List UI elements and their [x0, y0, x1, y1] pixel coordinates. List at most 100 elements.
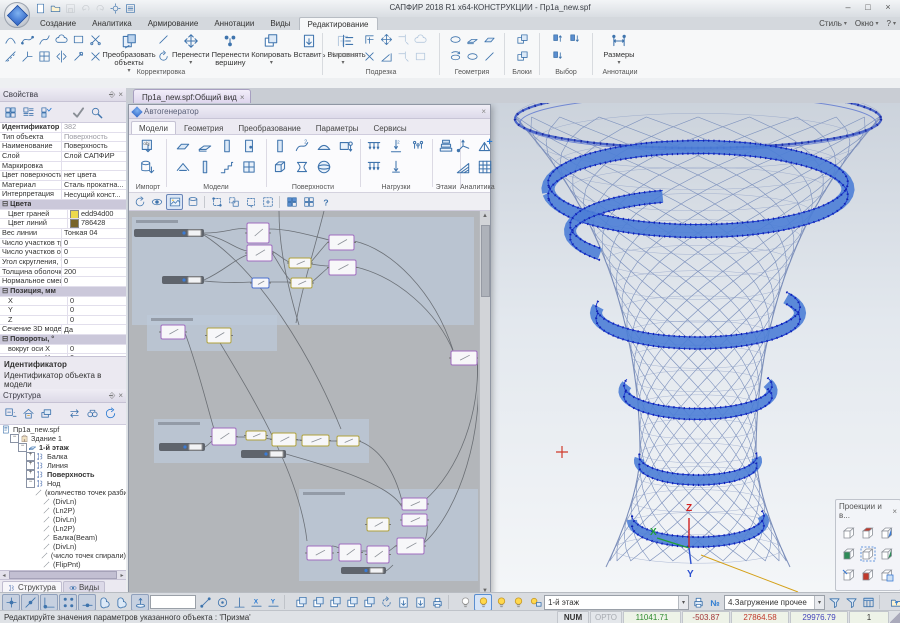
tree-item[interactable]: (Ln2P): [0, 524, 126, 533]
tree-item[interactable]: (DivLn): [0, 542, 126, 551]
app-menu-button[interactable]: [4, 2, 30, 28]
window-menu-item-1[interactable]: Стиль▾: [819, 19, 847, 28]
paste-button[interactable]: Вставить: [294, 31, 326, 71]
axes-icon[interactable]: [19, 49, 35, 64]
property-row[interactable]: Y0: [0, 306, 126, 316]
ribbon-tab-1[interactable]: Создание: [32, 17, 84, 30]
print-icon[interactable]: [690, 595, 706, 610]
arc-icon[interactable]: [2, 32, 18, 47]
transform-objects-button[interactable]: Преобразовать объекты▾: [104, 31, 154, 71]
angle2-icon[interactable]: [378, 49, 394, 64]
seldn-icon[interactable]: [550, 49, 566, 64]
loaddist-icon[interactable]: [364, 157, 385, 177]
node-graph-canvas[interactable]: ▲ ▼: [129, 211, 490, 592]
slash-icon[interactable]: [481, 49, 497, 64]
perpendicular-icon[interactable]: [231, 595, 247, 610]
rectic-icon[interactable]: [70, 32, 86, 47]
property-value[interactable]: Тонкая 04: [62, 229, 126, 238]
corner-trim-button[interactable]: Угловая▾: [326, 31, 360, 71]
property-group-row[interactable]: ⊟ Позиция, мм: [0, 287, 126, 297]
property-row[interactable]: Z0: [0, 316, 126, 326]
collapse-icon[interactable]: −: [10, 434, 19, 443]
ribbon-tab-2[interactable]: Аналитика: [84, 17, 140, 30]
rectic-icon[interactable]: [412, 49, 428, 64]
settings-icon[interactable]: [109, 2, 122, 14]
new-document-icon[interactable]: [34, 2, 47, 14]
refresh-tree-icon[interactable]: [102, 406, 118, 422]
projection-view-4[interactable]: [840, 543, 859, 564]
close-button[interactable]: ×: [878, 0, 898, 14]
autogen-tab-3[interactable]: Преобразование: [231, 122, 307, 134]
property-value[interactable]: 0: [68, 306, 126, 315]
property-row[interactable]: Число участков тр...0: [0, 239, 126, 249]
snap-node-icon[interactable]: [2, 594, 20, 611]
graph-vscrollbar[interactable]: ▲ ▼: [479, 211, 490, 592]
property-value[interactable]: Да: [62, 325, 126, 334]
apply-check-icon[interactable]: [70, 104, 86, 120]
projection-view-1[interactable]: [840, 522, 859, 543]
refresh-selection-icon[interactable]: [378, 595, 394, 610]
viewport-3d[interactable]: ZXY Проекции и в... × Автогенератор × Мо…: [126, 103, 900, 592]
filter-check-icon[interactable]: [38, 104, 54, 120]
tree-item[interactable]: Пр1a_new.spf: [0, 425, 126, 434]
autogen-tab-5[interactable]: Сервисы: [366, 122, 413, 134]
column-icon[interactable]: [195, 157, 216, 177]
tree-item[interactable]: (DivLn): [0, 515, 126, 524]
lock-y-icon[interactable]: Y: [265, 595, 281, 610]
undo-icon[interactable]: [79, 2, 92, 14]
tree-item[interactable]: +Балка: [0, 452, 126, 461]
scissors-icon[interactable]: [87, 32, 103, 47]
spline2-icon[interactable]: 2: [292, 136, 313, 156]
insert-model-2-icon[interactable]: [412, 595, 428, 610]
projection-view-6[interactable]: [878, 543, 897, 564]
open-file-icon[interactable]: [49, 2, 62, 14]
blocks-icon[interactable]: [514, 49, 530, 64]
property-value[interactable]: Поверхность: [62, 142, 126, 151]
meshplus-icon[interactable]: [475, 136, 496, 156]
search-icon[interactable]: [88, 104, 104, 120]
property-value[interactable]: 0: [62, 258, 126, 267]
projection-view-8[interactable]: [859, 564, 878, 585]
ellip-icon[interactable]: [447, 32, 463, 47]
numbering-icon[interactable]: №: [707, 595, 723, 610]
minimize-button[interactable]: –: [838, 0, 858, 14]
property-row[interactable]: Тип объектаПоверхность: [0, 133, 126, 143]
filter-params-icon[interactable]: [826, 595, 842, 610]
property-row[interactable]: НаименованиеПоверхность: [0, 142, 126, 152]
redo-icon[interactable]: [94, 2, 107, 14]
property-value[interactable]: [62, 162, 126, 171]
snap-points-icon[interactable]: [59, 594, 77, 611]
trim-icon[interactable]: [395, 49, 411, 64]
chevron-down-icon[interactable]: ▾: [678, 596, 688, 609]
loadgroup-icon[interactable]: [408, 136, 429, 156]
projection-view-2[interactable]: [859, 522, 878, 543]
dbimport-icon[interactable]: [138, 157, 159, 177]
layers-copy-icon[interactable]: [38, 406, 54, 422]
frame2-icon[interactable]: [226, 195, 241, 209]
property-value[interactable]: edd94d00: [68, 210, 126, 219]
collapse-icon[interactable]: −: [26, 479, 35, 488]
filter-apply-icon[interactable]: [843, 595, 859, 610]
tree-item[interactable]: +Линия: [0, 461, 126, 470]
property-row[interactable]: Цвет линий786428: [0, 219, 126, 229]
property-value[interactable]: 0: [62, 277, 126, 286]
tree-item[interactable]: (количество точек разби: [0, 488, 126, 497]
property-row[interactable]: Вес линииТонкая 04: [0, 229, 126, 239]
property-row[interactable]: вокруг оси X0: [0, 345, 126, 355]
insert-model-icon[interactable]: [395, 595, 411, 610]
property-value[interactable]: 0: [68, 316, 126, 325]
copy-array-icon[interactable]: [361, 595, 377, 610]
tree-item[interactable]: Балка(Beam): [0, 533, 126, 542]
frame3-icon[interactable]: [243, 195, 258, 209]
table-params-icon[interactable]: [860, 595, 876, 610]
swap-view-icon[interactable]: [66, 406, 82, 422]
document-tab[interactable]: Пр1a_new.spf:Общий вид ×: [133, 89, 251, 104]
tree-item[interactable]: −1-й этаж: [0, 443, 126, 452]
group-by-icon[interactable]: [2, 104, 18, 120]
gridA-icon[interactable]: [284, 195, 299, 209]
property-row[interactable]: МатериалСталь прокатна...: [0, 181, 126, 191]
tree-item[interactable]: (FlipPnt): [0, 560, 126, 569]
property-row[interactable]: Нормальное смещ...0: [0, 277, 126, 287]
scrollbar-thumb[interactable]: [481, 225, 490, 297]
sphere-icon[interactable]: [314, 157, 335, 177]
